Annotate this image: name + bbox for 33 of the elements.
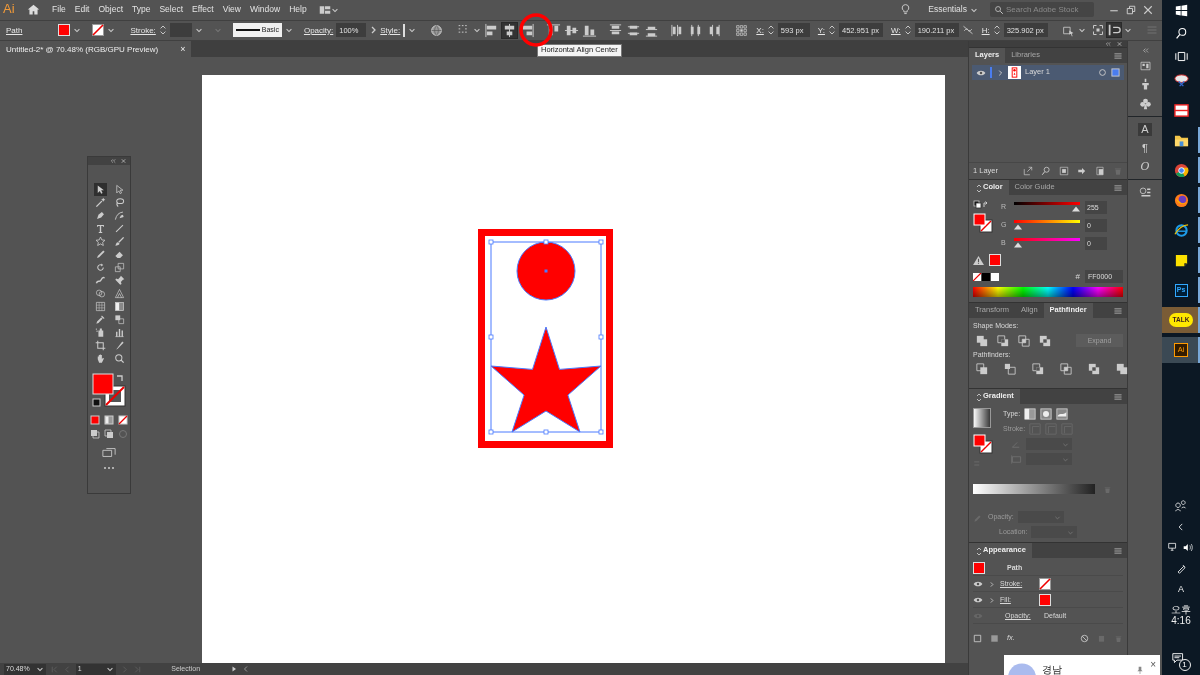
menu-item[interactable]: Effect	[187, 4, 219, 15]
menu-item[interactable]: View	[218, 4, 246, 15]
menu-item[interactable]: Help	[284, 4, 312, 15]
menu-item[interactable]: Object	[93, 4, 128, 15]
notification-text: 경남	[1042, 663, 1062, 675]
notification-count: 1	[1178, 659, 1191, 671]
tab-close-button[interactable]: ×	[180, 43, 186, 55]
toast-close-button[interactable]: ×	[1150, 659, 1156, 671]
menu-item[interactable]: Select	[154, 4, 188, 15]
h-label[interactable]: H:	[981, 25, 990, 36]
opacity-label[interactable]: Opacity:	[303, 25, 334, 36]
menu-item[interactable]: Window	[245, 4, 285, 15]
search-field[interactable]: Search Adobe Stock	[990, 2, 1094, 18]
notification-button[interactable]: 1	[1171, 652, 1191, 671]
selection-type-label: Path	[6, 25, 23, 36]
w-label[interactable]: W:	[891, 25, 901, 36]
panel-icon[interactable]: ¶	[1142, 141, 1148, 155]
document-tab[interactable]: Untitled-2* @ 70.48% (RGB/GPU Preview) ×	[0, 41, 192, 57]
menu-item[interactable]: Type	[127, 4, 155, 15]
document-title: Untitled-2* @ 70.48% (RGB/GPU Preview)	[6, 44, 159, 54]
panel-icon[interactable]: O	[1140, 160, 1150, 174]
workspace-button[interactable]: Essentials	[924, 4, 982, 15]
app-logo: Ai	[3, 2, 15, 18]
x-label[interactable]: X:	[756, 25, 764, 36]
stroke-label[interactable]: Stroke:	[130, 25, 156, 36]
panel-icon[interactable]: A	[1138, 123, 1152, 136]
y-label[interactable]: Y:	[817, 25, 825, 36]
hex-label: #	[1075, 272, 1080, 282]
menu-item[interactable]: Edit	[70, 4, 94, 15]
style-label[interactable]: Style:	[380, 25, 401, 36]
clock[interactable]: 오후 4:16	[1163, 604, 1199, 626]
input-method-indicator[interactable]: A	[1178, 583, 1184, 594]
menu-item[interactable]: File	[47, 4, 71, 15]
